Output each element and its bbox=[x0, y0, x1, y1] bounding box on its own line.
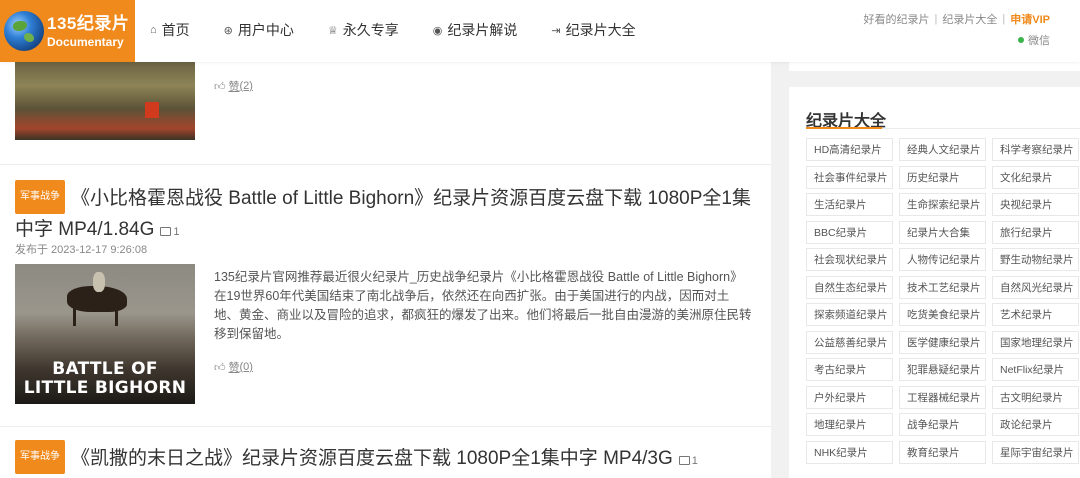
category-link[interactable]: 自然生态纪录片 bbox=[806, 275, 893, 299]
nav-item-label: 纪录片解说 bbox=[447, 22, 518, 38]
category-link[interactable]: 教育纪录片 bbox=[899, 440, 986, 464]
divider: | bbox=[934, 13, 938, 25]
category-link[interactable]: 旅行纪录片 bbox=[992, 220, 1079, 244]
category-link[interactable]: 自然风光纪录片 bbox=[992, 275, 1079, 299]
nav-item-commentary[interactable]: ◉ 纪录片解说 bbox=[433, 20, 518, 40]
category-link[interactable]: 犯罪悬疑纪录片 bbox=[899, 358, 986, 381]
divider bbox=[0, 426, 771, 427]
category-link[interactable]: 星际宇宙纪录片 bbox=[992, 440, 1079, 464]
top-links: 好看的纪录片 | 纪录片大全 | 申请VIP bbox=[864, 11, 1050, 27]
category-link[interactable]: 医学健康纪录片 bbox=[899, 330, 986, 354]
category-link[interactable]: NetFlix纪录片 bbox=[992, 358, 1079, 381]
image-icon bbox=[678, 455, 690, 465]
post-date: 发布于 2023-12-17 9:26:08 bbox=[15, 244, 148, 256]
image-count: 1 bbox=[160, 226, 180, 238]
category-link[interactable]: 科学考察纪录片 bbox=[992, 138, 1079, 161]
nav-item-all-docs[interactable]: ⇥ 纪录片大全 bbox=[551, 20, 635, 40]
external-link-icon: ⇥ bbox=[551, 24, 561, 37]
category-link[interactable]: 社会现状纪录片 bbox=[806, 248, 893, 271]
category-link[interactable]: 社会事件纪录片 bbox=[806, 165, 893, 189]
site-header: 135纪录片 Documentary ⌂ 首页 ⊛ 用户中心 ♕ 永久专享 ◉ … bbox=[0, 0, 1080, 62]
category-link[interactable]: 生活纪录片 bbox=[806, 193, 893, 216]
title-underline bbox=[806, 127, 882, 129]
thumbnail-caption: BATTLE OF LITTLE BIGHORN bbox=[23, 359, 187, 398]
category-link[interactable]: 公益慈善纪录片 bbox=[806, 330, 893, 354]
thumbs-up-icon: 👍︎ bbox=[214, 361, 226, 374]
category-link[interactable]: 考古纪录片 bbox=[806, 358, 893, 381]
category-link[interactable]: 探索频道纪录片 bbox=[806, 303, 893, 326]
category-link[interactable]: BBC纪录片 bbox=[806, 220, 893, 244]
category-link[interactable]: 国家地理纪录片 bbox=[992, 330, 1079, 354]
post-list: 👍︎ 赞 (2) 军事战争 《小比格霍恩战役 Battle of Little B… bbox=[0, 62, 771, 478]
category-link[interactable]: 技术工艺纪录片 bbox=[899, 275, 986, 299]
apply-vip-link[interactable]: 申请VIP bbox=[1010, 11, 1050, 27]
globe-icon bbox=[4, 11, 44, 51]
main-nav: ⌂ 首页 ⊛ 用户中心 ♕ 永久专享 ◉ 纪录片解说 ⇥ 纪录片大全 bbox=[150, 20, 670, 40]
trophy-icon: ♕ bbox=[327, 24, 338, 37]
home-icon: ⌂ bbox=[150, 24, 157, 36]
top-link-all-docs[interactable]: 纪录片大全 bbox=[942, 11, 997, 27]
category-link[interactable]: 生命探索纪录片 bbox=[899, 193, 986, 216]
nav-item-user-center[interactable]: ⊛ 用户中心 bbox=[224, 20, 294, 40]
divider: | bbox=[1002, 13, 1006, 25]
category-link[interactable]: 古文明纪录片 bbox=[992, 385, 1079, 409]
post-thumbnail[interactable]: BATTLE OF LITTLE BIGHORN bbox=[15, 264, 195, 404]
like-count: (2) bbox=[239, 80, 253, 92]
user-icon: ⊛ bbox=[223, 24, 233, 37]
wechat-label: 微信 bbox=[1028, 35, 1050, 47]
nav-item-label: 用户中心 bbox=[237, 22, 294, 38]
category-link[interactable]: 战争纪录片 bbox=[899, 413, 986, 436]
category-link[interactable]: 央视纪录片 bbox=[992, 193, 1079, 216]
image-icon bbox=[160, 226, 172, 236]
nav-item-label: 纪录片大全 bbox=[565, 22, 636, 38]
nav-item-home[interactable]: ⌂ 首页 bbox=[150, 20, 190, 40]
flag-shape bbox=[145, 102, 159, 118]
online-dot-icon bbox=[1018, 37, 1024, 43]
category-link[interactable]: 艺术纪录片 bbox=[992, 303, 1079, 326]
category-link[interactable]: 文化纪录片 bbox=[992, 165, 1079, 189]
sidebar-widget-top bbox=[789, 62, 1080, 71]
category-link[interactable]: 工程器械纪录片 bbox=[899, 385, 986, 409]
thumbs-up-icon: 👍︎ bbox=[214, 80, 226, 93]
like-count: (0) bbox=[239, 361, 253, 373]
like-label: 赞 bbox=[228, 81, 240, 93]
wechat-link[interactable]: 微信 bbox=[1018, 32, 1050, 48]
category-link[interactable]: 地理纪录片 bbox=[806, 413, 893, 436]
post-thumbnail[interactable] bbox=[15, 62, 195, 140]
like-label: 赞 bbox=[228, 362, 240, 374]
like-button[interactable]: 👍︎ 赞 (0) bbox=[214, 359, 253, 375]
category-tag[interactable]: 军事战争 bbox=[15, 440, 65, 474]
category-link[interactable]: 人物传记纪录片 bbox=[899, 248, 986, 271]
post-excerpt: 135纪录片官网推荐最近很火纪录片_历史战争纪录片《小比格霍恩战役 Battle… bbox=[214, 270, 752, 341]
image-count: 1 bbox=[678, 455, 698, 467]
top-link-good-docs[interactable]: 好看的纪录片 bbox=[864, 11, 930, 27]
category-link[interactable]: 经典人文纪录片 bbox=[899, 138, 986, 161]
nav-item-label: 首页 bbox=[161, 22, 190, 38]
category-link[interactable]: 野生动物纪录片 bbox=[992, 248, 1079, 271]
category-tag[interactable]: 军事战争 bbox=[15, 180, 65, 214]
divider bbox=[0, 164, 771, 165]
category-link[interactable]: 户外纪录片 bbox=[806, 385, 893, 409]
category-link[interactable]: 政论纪录片 bbox=[992, 413, 1079, 436]
post-title[interactable]: 军事战争 《小比格霍恩战役 Battle of Little Bighorn》纪录… bbox=[15, 180, 755, 246]
category-link[interactable]: 吃货美食纪录片 bbox=[899, 303, 986, 326]
post-title-text: 《小比格霍恩战役 Battle of Little Bighorn》纪录片资源百… bbox=[15, 188, 751, 240]
logo-title: 135纪录片 bbox=[47, 13, 130, 33]
site-logo[interactable]: 135纪录片 Documentary bbox=[0, 0, 135, 62]
logo-subtitle: Documentary bbox=[47, 34, 124, 49]
nav-item-label: 永久专享 bbox=[342, 22, 399, 38]
rider-shape bbox=[93, 272, 105, 292]
sidebar-categories-widget: 纪录片大全 HD高清纪录片 经典人文纪录片 科学考察纪录片 社会事件纪录片 历史纪录片文… bbox=[789, 87, 1080, 478]
category-link[interactable]: 纪录片大合集 bbox=[899, 220, 986, 244]
category-link[interactable]: 历史纪录片 bbox=[899, 165, 986, 189]
category-link[interactable]: NHK纪录片 bbox=[806, 440, 893, 464]
like-button[interactable]: 👍︎ 赞 (2) bbox=[214, 78, 253, 94]
broadcast-icon: ◉ bbox=[432, 24, 443, 37]
post-title-text: 《凯撒的末日之战》纪录片资源百度云盘下载 1080P全1集中字 MP4/3G bbox=[71, 448, 673, 470]
post-title[interactable]: 军事战争 《凯撒的末日之战》纪录片资源百度云盘下载 1080P全1集中字 MP4/… bbox=[15, 440, 755, 476]
category-link[interactable]: HD高清纪录片 bbox=[806, 138, 893, 161]
nav-item-permanent[interactable]: ♕ 永久专享 bbox=[328, 20, 399, 40]
